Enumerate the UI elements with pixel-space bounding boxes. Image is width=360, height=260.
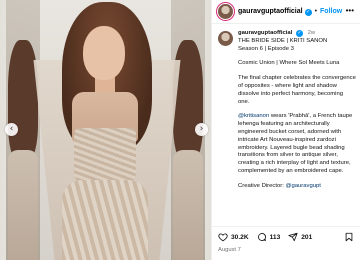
action-bar: 30.2K 113 201 August 7 bbox=[212, 226, 360, 260]
caption: gauravguptaofficial ✓ 2w THE BRIDE SIDE … bbox=[218, 30, 358, 226]
reflection-dress-right bbox=[173, 150, 203, 260]
reflection-dress-left bbox=[8, 150, 38, 260]
time-ago[interactable]: 2w bbox=[308, 30, 316, 36]
model-face bbox=[83, 26, 125, 80]
header-separator: • bbox=[314, 8, 318, 15]
post-header: gauravguptaofficial ✓ • Follow ••• bbox=[212, 0, 360, 24]
mention-link[interactable]: @kritisanon bbox=[238, 113, 269, 119]
comment-bubble-icon[interactable] bbox=[257, 232, 267, 242]
reflection-hair-right bbox=[173, 40, 203, 160]
verified-badge-icon: ✓ bbox=[295, 30, 303, 37]
caption-username-line: gauravguptaofficial ✓ 2w bbox=[238, 30, 356, 38]
bookmark-icon[interactable] bbox=[344, 232, 354, 242]
caption-paragraph-1: The final chapter celebrates the converg… bbox=[238, 75, 356, 105]
caption-avatar[interactable] bbox=[218, 31, 233, 46]
heart-icon[interactable] bbox=[218, 232, 228, 242]
caption-subtitle: Cosmic Union | Where Sol Meets Luna bbox=[238, 60, 340, 67]
caption-body: gauravguptaofficial ✓ 2w THE BRIDE SIDE … bbox=[238, 30, 356, 191]
header-username[interactable]: gauravguptaofficial bbox=[238, 8, 303, 15]
instagram-post: ‹ › gauravguptaofficial ✓ • Follow ••• ga… bbox=[0, 0, 360, 260]
caption-username[interactable]: gauravguptaofficial bbox=[238, 30, 292, 36]
avatar[interactable] bbox=[218, 4, 233, 19]
like-group: 30.2K bbox=[218, 232, 249, 242]
follow-button[interactable]: Follow bbox=[320, 8, 342, 15]
post-sidebar: gauravguptaofficial ✓ • Follow ••• gaurav… bbox=[211, 0, 360, 260]
like-count[interactable]: 30.2K bbox=[231, 234, 249, 241]
post-image[interactable]: ‹ › bbox=[0, 0, 211, 260]
credit-label: Creative Director: bbox=[238, 182, 286, 189]
paper-plane-icon[interactable] bbox=[288, 232, 298, 242]
caption-paragraph-2: @kritisanon wears 'Prabhā', a French tau… bbox=[238, 113, 356, 175]
credit-mention-link[interactable]: @gauravgupt bbox=[285, 183, 320, 189]
lehenga-skirt bbox=[62, 180, 148, 260]
corset-bodice bbox=[74, 128, 136, 186]
post-date[interactable]: August 7 bbox=[218, 247, 241, 253]
share-group: 201 bbox=[288, 232, 312, 242]
action-row: 30.2K 113 201 bbox=[218, 232, 320, 242]
comment-count[interactable]: 113 bbox=[270, 234, 281, 241]
caption-row: gauravguptaofficial ✓ 2w THE BRIDE SIDE … bbox=[218, 30, 358, 191]
caption-credit: Creative Director: @gauravgupt bbox=[238, 183, 356, 191]
verified-badge-icon: ✓ bbox=[304, 8, 312, 16]
more-dots-icon[interactable]: ••• bbox=[346, 7, 354, 15]
reflection-hair-left bbox=[8, 40, 38, 160]
comment-group: 113 bbox=[257, 232, 281, 242]
caption-paragraph-2-text: wears 'Prabhā', a French taupe lehenga f… bbox=[238, 113, 353, 174]
header-username-group: gauravguptaofficial ✓ bbox=[238, 8, 312, 16]
caption-episode: Season 6 | Episode 3 bbox=[238, 45, 294, 52]
chevron-right-icon[interactable]: › bbox=[195, 123, 208, 136]
caption-title: THE BRIDE SIDE | KRITI SANON bbox=[238, 37, 328, 44]
chevron-left-icon[interactable]: ‹ bbox=[5, 123, 18, 136]
share-count[interactable]: 201 bbox=[301, 234, 312, 241]
